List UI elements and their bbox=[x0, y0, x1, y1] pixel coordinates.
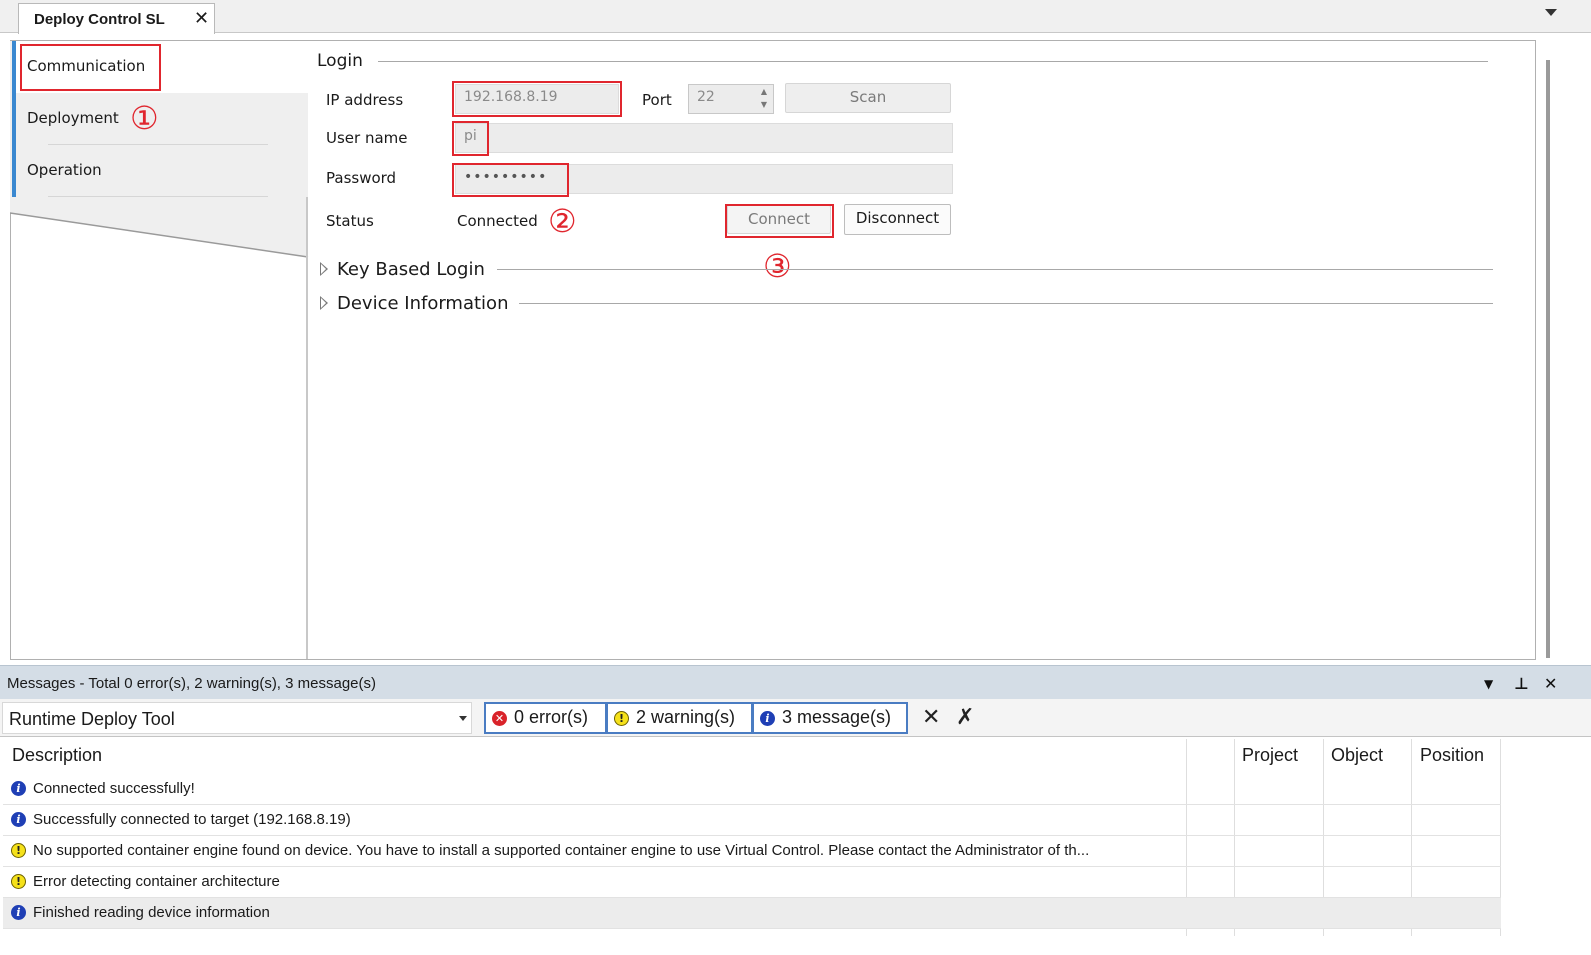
row-description: Successfully connected to target (192.16… bbox=[33, 811, 351, 828]
row-description: Error detecting container architecture bbox=[33, 873, 280, 890]
device-information-title: Device Information bbox=[337, 293, 509, 314]
annotation-box-ip bbox=[452, 81, 622, 117]
expand-arrow-icon bbox=[320, 296, 329, 310]
messages-toolbar: Runtime Deploy Tool ✕ 0 error(s) ! 2 warni… bbox=[0, 699, 1591, 737]
warnings-filter-label: 2 warning(s) bbox=[636, 707, 736, 727]
port-stepper[interactable]: 22 ▲ ▼ bbox=[688, 84, 774, 114]
username-label: User name bbox=[326, 129, 408, 147]
tab-list-dropdown-icon[interactable] bbox=[1545, 9, 1557, 16]
port-label: Port bbox=[642, 91, 672, 109]
section-divider bbox=[519, 303, 1493, 304]
status-label: Status bbox=[326, 212, 374, 230]
column-header-position[interactable]: Position bbox=[1420, 745, 1484, 766]
disconnect-button[interactable]: Disconnect bbox=[844, 204, 951, 235]
document-tab-title: Deploy Control SL bbox=[34, 11, 165, 28]
sidenav-indicator bbox=[12, 93, 16, 145]
stepper-down-icon[interactable]: ▼ bbox=[761, 100, 767, 109]
key-based-login-expander[interactable]: Key Based Login bbox=[320, 259, 485, 280]
annotation-step-2: ② bbox=[548, 202, 577, 240]
vertical-scrollbar[interactable] bbox=[1546, 60, 1550, 658]
row-content: i Finished reading device information bbox=[11, 904, 270, 921]
warnings-filter-button[interactable]: ! 2 warning(s) bbox=[606, 702, 753, 734]
table-header: Description Project Object Position bbox=[3, 739, 1501, 774]
annotation-step-1: ① bbox=[130, 99, 159, 137]
table-row[interactable]: i Finished reading device information bbox=[3, 898, 1501, 929]
row-description: Finished reading device information bbox=[33, 904, 270, 921]
sidenav-item-label: Operation bbox=[27, 161, 102, 179]
annotation-box-password bbox=[452, 163, 569, 197]
clear-all-messages-icon[interactable]: ✗ bbox=[956, 705, 974, 730]
chevron-down-icon bbox=[459, 716, 467, 721]
table-row[interactable]: ! No supported container engine found on … bbox=[3, 836, 1501, 867]
row-description: No supported container engine found on d… bbox=[33, 842, 1090, 859]
expand-arrow-icon bbox=[320, 262, 329, 276]
section-divider bbox=[497, 269, 1493, 270]
errors-filter-button[interactable]: ✕ 0 error(s) bbox=[484, 702, 607, 734]
status-value: Connected bbox=[457, 212, 538, 230]
info-icon: i bbox=[760, 711, 775, 726]
separator bbox=[48, 196, 268, 197]
row-content: i Connected successfully! bbox=[11, 780, 195, 797]
close-icon[interactable]: ✕ bbox=[194, 8, 209, 29]
annotation-step-3: ③ bbox=[763, 247, 792, 285]
messages-panel-title: Messages - Total 0 error(s), 2 warning(s… bbox=[7, 675, 377, 692]
section-divider bbox=[378, 61, 1488, 62]
table-row[interactable]: i Connected successfully! bbox=[3, 774, 1501, 805]
warning-icon: ! bbox=[11, 843, 26, 858]
row-description: Connected successfully! bbox=[33, 780, 195, 797]
errors-filter-label: 0 error(s) bbox=[514, 707, 589, 727]
row-content: i Successfully connected to target (192.1… bbox=[11, 811, 351, 828]
clear-messages-icon[interactable]: ✕ bbox=[922, 705, 940, 730]
port-value: 22 bbox=[697, 89, 715, 105]
device-information-expander[interactable]: Device Information bbox=[320, 293, 508, 314]
sidenav-active-indicator bbox=[12, 41, 16, 93]
pin-icon[interactable]: ⊥ bbox=[1514, 674, 1529, 693]
key-based-login-title: Key Based Login bbox=[337, 259, 485, 280]
warning-icon: ! bbox=[614, 711, 629, 726]
stepper-up-icon[interactable]: ▲ bbox=[761, 87, 767, 96]
message-source-value: Runtime Deploy Tool bbox=[9, 709, 175, 729]
annotation-box-connect bbox=[725, 204, 834, 238]
close-icon[interactable]: ✕ bbox=[1544, 674, 1557, 693]
message-source-select[interactable]: Runtime Deploy Tool bbox=[2, 702, 472, 734]
table-row[interactable]: ! Error detecting container architecture bbox=[3, 867, 1501, 898]
info-icon: i bbox=[11, 781, 26, 796]
messages-table: Description Project Object Position i Con… bbox=[3, 739, 1501, 936]
column-header-object[interactable]: Object bbox=[1331, 745, 1383, 766]
annotation-box-username bbox=[452, 121, 489, 156]
column-header-description[interactable]: Description bbox=[12, 745, 102, 766]
info-icon: i bbox=[11, 812, 26, 827]
messages-filter-button[interactable]: i 3 message(s) bbox=[752, 702, 908, 734]
username-input[interactable]: pi bbox=[455, 123, 953, 153]
sidenav-item-label: Deployment bbox=[27, 109, 119, 127]
info-icon: i bbox=[11, 905, 26, 920]
messages-panel-header: Messages - Total 0 error(s), 2 warning(s… bbox=[0, 665, 1591, 699]
row-content: ! Error detecting container architecture bbox=[11, 873, 280, 890]
row-content: ! No supported container engine found on … bbox=[11, 842, 1089, 859]
sidenav-indicator bbox=[12, 145, 16, 197]
messages-filter-label: 3 message(s) bbox=[782, 707, 892, 727]
password-label: Password bbox=[326, 169, 397, 187]
login-section-title: Login bbox=[317, 51, 363, 71]
panel-menu-icon[interactable]: ▼ bbox=[1484, 677, 1493, 691]
table-row[interactable]: i Successfully connected to target (192.1… bbox=[3, 805, 1501, 836]
annotation-box-communication bbox=[20, 44, 161, 91]
document-tab[interactable]: Deploy Control SL ✕ bbox=[18, 3, 215, 34]
document-tab-strip: Deploy Control SL ✕ bbox=[0, 0, 1591, 34]
error-icon: ✕ bbox=[492, 711, 507, 726]
sidenav-item-deployment[interactable]: Deployment bbox=[12, 93, 308, 145]
ip-address-label: IP address bbox=[326, 91, 404, 109]
warning-icon: ! bbox=[11, 874, 26, 889]
column-header-project[interactable]: Project bbox=[1242, 745, 1298, 766]
scan-button[interactable]: Scan bbox=[785, 83, 951, 113]
sidenav-item-operation[interactable]: Operation bbox=[12, 145, 308, 197]
